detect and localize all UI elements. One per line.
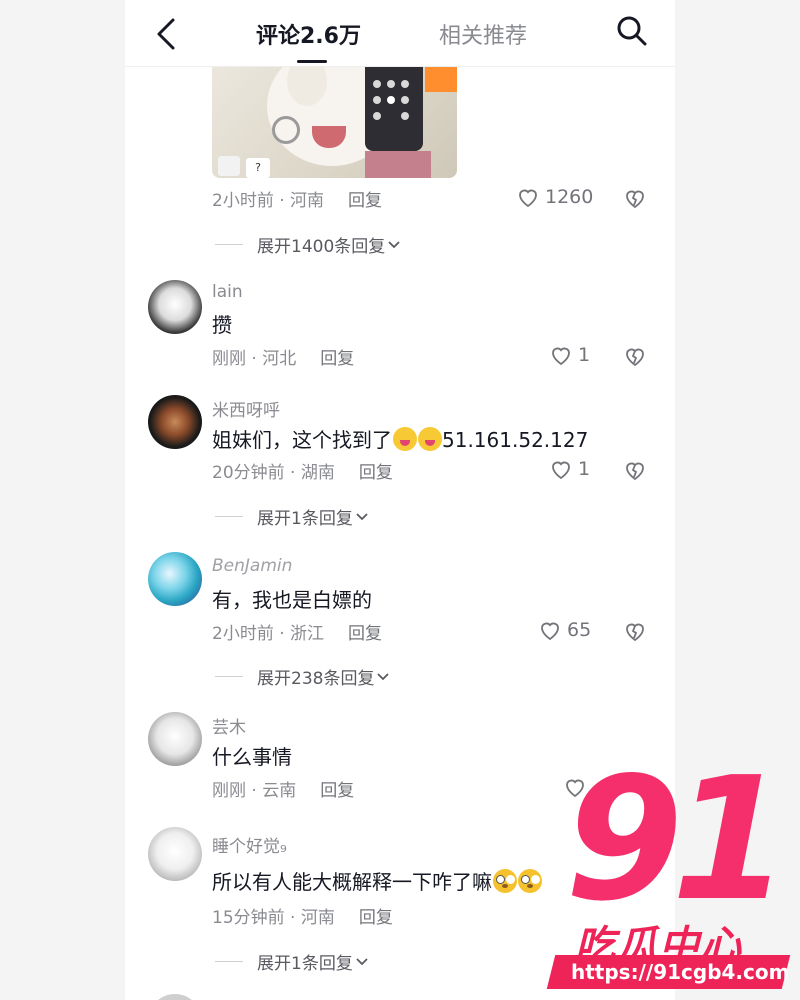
comment-meta: 2小时前 · 浙江 回复	[212, 619, 382, 644]
divider-line	[215, 961, 243, 962]
chevron-down-icon	[356, 957, 368, 965]
like-button[interactable]: 1260	[516, 185, 593, 209]
reply-button[interactable]: 回复	[348, 624, 382, 644]
comment-time: 2小时前 · 河南	[212, 191, 325, 211]
back-button[interactable]	[153, 16, 183, 52]
tongue-emoji-icon	[393, 427, 417, 451]
comment-meta: 15分钟前 · 河南 回复	[212, 903, 393, 928]
divider-line	[215, 676, 243, 677]
broken-heart-icon[interactable]	[623, 619, 647, 643]
comment-text: 有，我也是白嫖的	[212, 588, 372, 612]
expand-replies-button[interactable]: 展开1条回复	[215, 949, 371, 974]
like-count: 1	[578, 458, 591, 480]
heart-icon	[552, 347, 570, 366]
comment-text: 攒	[212, 313, 232, 337]
comment-username[interactable]: lain	[212, 282, 243, 302]
tab-related[interactable]: 相关推荐	[439, 18, 527, 50]
chevron-left-icon	[157, 18, 175, 50]
comment-meta: 刚刚 · 河北 回复	[212, 344, 354, 369]
active-tab-indicator	[297, 60, 327, 63]
like-count: 1	[578, 344, 591, 366]
like-count: 1260	[545, 186, 594, 208]
avatar[interactable]	[148, 280, 202, 334]
like-button[interactable]: 1	[549, 457, 590, 481]
comment-meta: 2小时前 · 河南 回复	[212, 186, 382, 211]
expand-replies-button[interactable]: 展开1400条回复	[215, 232, 403, 257]
expand-replies-label: 展开238条回复	[257, 669, 375, 689]
orange-tag	[425, 66, 457, 92]
watermark-url-banner: https://91cgb4.com	[546, 955, 791, 989]
avatar[interactable]	[148, 712, 202, 766]
broken-heart-icon[interactable]	[623, 458, 647, 482]
reply-button[interactable]: 回复	[320, 781, 354, 801]
header-bar: 评论2.6万 相关推荐	[125, 0, 675, 67]
expand-replies-label: 展开1400条回复	[257, 237, 386, 257]
divider-line	[215, 244, 243, 245]
avatar[interactable]	[148, 552, 202, 606]
like-count: 65	[567, 619, 592, 641]
reply-button[interactable]: 回复	[359, 463, 393, 483]
comment-username[interactable]: 米西呀呼	[212, 396, 280, 421]
comment-text: 什么事情	[212, 745, 292, 769]
comment-text: 所以有人能大概解释一下咋了嘛	[212, 866, 542, 895]
comment-text-body: 姐妹们，这个找到了	[212, 428, 392, 452]
spiral-eye	[272, 116, 300, 144]
divider-line	[215, 516, 243, 517]
like-button[interactable]: 65	[538, 618, 591, 642]
comment-username[interactable]: 芸木	[212, 713, 246, 738]
phone-screen	[365, 66, 423, 151]
avatar[interactable]	[148, 395, 202, 449]
broken-heart-icon[interactable]	[623, 344, 647, 368]
comment-text-tail: 51.161.52.127	[442, 428, 589, 452]
watermark-number: 91	[565, 741, 790, 939]
comment-time: 20分钟前 · 湖南	[212, 463, 335, 483]
search-button[interactable]	[615, 14, 649, 48]
watermark-url: https://91cgb4.com	[571, 960, 790, 984]
mini-avatar	[218, 156, 240, 176]
comment-meta: 刚刚 · 云南 回复	[212, 776, 354, 801]
watermark-logo: 91 吃瓜中心 https://91cgb4.com	[545, 755, 800, 1000]
heart-icon	[541, 622, 559, 641]
heart-icon	[552, 461, 570, 480]
reply-button[interactable]: 回复	[348, 191, 382, 211]
like-button[interactable]: 1	[549, 343, 590, 367]
comment-time: 刚刚 · 云南	[212, 781, 297, 801]
comment-username[interactable]: 睡个好觉₉	[212, 832, 287, 857]
tab-comments[interactable]: 评论2.6万	[256, 18, 361, 50]
comment-time: 2小时前 · 浙江	[212, 624, 325, 644]
comment-meta: 20分钟前 · 湖南 回复	[212, 458, 393, 483]
comment-text-body: 所以有人能大概解释一下咋了嘛	[212, 870, 492, 894]
comment-text: 姐妹们，这个找到了 51.161.52.127	[212, 424, 588, 453]
chevron-down-icon	[377, 672, 390, 680]
search-icon	[617, 16, 647, 46]
chevron-down-icon	[356, 512, 368, 520]
comment-time: 15分钟前 · 河南	[212, 908, 335, 928]
media-label: ?	[246, 158, 270, 178]
expand-replies-label: 展开1条回复	[257, 954, 353, 974]
pink-object	[365, 151, 431, 178]
expand-replies-button[interactable]: 展开238条回复	[215, 664, 392, 689]
comment-time: 刚刚 · 河北	[212, 349, 297, 369]
broken-heart-icon[interactable]	[623, 186, 647, 210]
pleading-emoji-icon	[493, 869, 517, 893]
avatar[interactable]	[148, 994, 202, 1000]
reply-button[interactable]: 回复	[359, 908, 393, 928]
chevron-down-icon	[388, 240, 400, 248]
comment-image[interactable]: ?	[212, 66, 457, 178]
heart-icon	[519, 189, 537, 208]
avatar[interactable]	[148, 827, 202, 881]
expand-replies-button[interactable]: 展开1条回复	[215, 504, 371, 529]
tongue-emoji-icon	[418, 427, 442, 451]
expand-replies-label: 展开1条回复	[257, 509, 353, 529]
comment-username[interactable]: BenJamin	[212, 556, 292, 576]
reply-button[interactable]: 回复	[320, 349, 354, 369]
pleading-emoji-icon	[518, 869, 542, 893]
